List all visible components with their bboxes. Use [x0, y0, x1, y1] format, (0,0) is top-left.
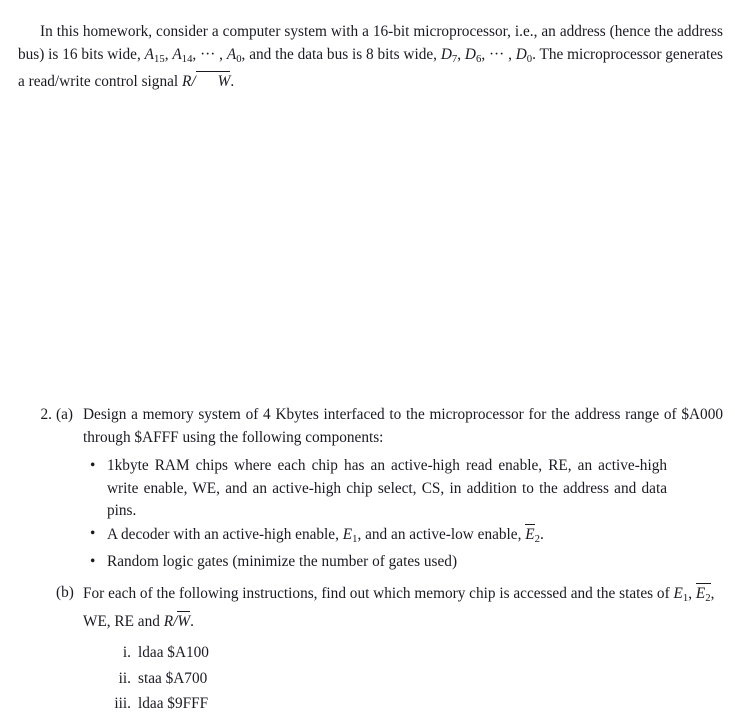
- document-page: In this homework, consider a computer sy…: [0, 0, 735, 712]
- bullet-logic-gates: • Random logic gates (minimize the numbe…: [82, 551, 667, 574]
- states-e1-symbol: E1: [673, 585, 689, 604]
- data-lsb-letter: D: [515, 45, 527, 63]
- problem-number: 2.: [40, 406, 52, 423]
- enable-e2-bar-symbol: E: [525, 523, 535, 547]
- problem-2-block: 2. (a) Design a memory system of 4 Kbyte…: [0, 404, 735, 717]
- address-lsb-symbol: A0: [226, 45, 242, 65]
- address-msb-subscript: 15: [154, 52, 165, 65]
- part-b-row: (b) For each of the following instructio…: [52, 582, 735, 633]
- states-e2-subscript: 2: [705, 592, 711, 605]
- part-b-line2-prefix: the states of: [596, 585, 674, 603]
- bullet-dot-icon: •: [90, 552, 96, 570]
- states-rw-r-letter: R: [163, 612, 174, 630]
- bullet-dot-icon: •: [90, 524, 96, 542]
- address-lsb-letter: A: [226, 45, 237, 63]
- bullet-ram-chips: • 1kbyte RAM chips where each chip has a…: [82, 455, 667, 523]
- instruction-text-iii: ldaa $9FFF: [138, 695, 209, 713]
- part-a-bullets-wrap: • 1kbyte RAM chips where each chip has a…: [52, 455, 735, 573]
- address-msb-symbol: A15: [144, 45, 165, 65]
- address-ellipsis: , ··· ,: [192, 45, 227, 63]
- bullet-ram-chips-text: 1kbyte RAM chips where each chip has an …: [107, 457, 667, 520]
- data-next-letter: D: [464, 45, 476, 63]
- data-next-symbol: D6: [464, 45, 481, 65]
- data-lsb-symbol: D0: [515, 45, 532, 65]
- instruction-numeral-iii: iii.: [114, 695, 131, 713]
- address-next-letter: A: [172, 45, 182, 63]
- bullet-logic-gates-text: Random logic gates (minimize the number …: [107, 552, 458, 570]
- part-a-row: (a) Design a memory system of 4 Kbytes i…: [52, 404, 735, 449]
- bullet-decoder-middle: , and an active-low enable,: [357, 525, 526, 543]
- states-read-write-symbol: R/W: [163, 610, 190, 630]
- address-next-subscript: 14: [181, 52, 193, 65]
- states-e2-letter: E: [695, 585, 706, 603]
- read-write-signal-symbol: R/W: [181, 71, 230, 91]
- instruction-numeral-ii: ii.: [118, 669, 131, 687]
- part-a-text: Design a memory system of 4 Kbytes inter…: [83, 406, 723, 446]
- part-b-sep-1: ,: [688, 585, 696, 603]
- bullet-decoder: • A decoder with an active-high enable, E…: [82, 523, 667, 551]
- problem-2-body: (a) Design a memory system of 4 Kbytes i…: [52, 404, 735, 717]
- rw-w-overline: W: [195, 70, 231, 94]
- intro-text-part-2: , and the data bus is 8 bits wide,: [241, 45, 441, 63]
- part-b-end-period: .: [190, 612, 194, 630]
- states-rw-w-letter: W: [177, 612, 191, 630]
- part-b-line-1: For each of the following instructions, …: [83, 585, 593, 603]
- part-b-instruction-list-wrap: i. ldaa $A100 ii. staa $A700 iii. ldaa $…: [52, 640, 735, 717]
- states-e1-letter: E: [673, 585, 683, 603]
- instruction-item-i: i. ldaa $A100: [92, 640, 735, 666]
- part-a-bullet-list: • 1kbyte RAM chips where each chip has a…: [82, 455, 735, 573]
- data-msb-symbol: D7: [440, 45, 457, 65]
- states-rw-w-overline: W: [177, 610, 190, 634]
- instruction-text-i: ldaa $A100: [138, 644, 209, 662]
- part-a-label: (a): [56, 406, 73, 423]
- bullet-dot-icon: •: [90, 457, 96, 475]
- address-msb-letter: A: [144, 45, 154, 63]
- enable-e1-letter: E: [342, 525, 353, 543]
- instruction-item-iii: iii. ldaa $9FFF: [92, 691, 735, 717]
- rw-w-letter: W: [217, 73, 231, 91]
- enable-e2-letter: E: [525, 525, 535, 543]
- instruction-item-ii: ii. staa $A700: [92, 666, 735, 692]
- instruction-numeral-i: i.: [122, 644, 131, 662]
- intro-comma-2: ,: [457, 45, 465, 63]
- problem-2-row: 2. (a) Design a memory system of 4 Kbyte…: [0, 404, 735, 717]
- address-next-symbol: A14: [172, 45, 193, 65]
- bullet-decoder-suffix: .: [539, 525, 544, 543]
- part-b-label: (b): [56, 584, 74, 602]
- part-b-instruction-list: i. ldaa $A100 ii. staa $A700 iii. ldaa $…: [92, 640, 735, 717]
- bullet-decoder-prefix: A decoder with an active-high enable,: [107, 525, 343, 543]
- data-msb-letter: D: [440, 45, 452, 63]
- rw-r-letter: R: [181, 73, 192, 91]
- enable-e1-symbol: E1: [342, 525, 358, 545]
- data-ellipsis: , ··· ,: [481, 45, 516, 63]
- intro-paragraph: In this homework, consider a computer sy…: [18, 21, 723, 94]
- part-b-text: For each of the following instructions, …: [83, 582, 735, 633]
- instruction-text-ii: staa $A700: [138, 669, 208, 687]
- intro-period: .: [230, 73, 235, 91]
- states-e2-bar-symbol: E2: [695, 582, 711, 610]
